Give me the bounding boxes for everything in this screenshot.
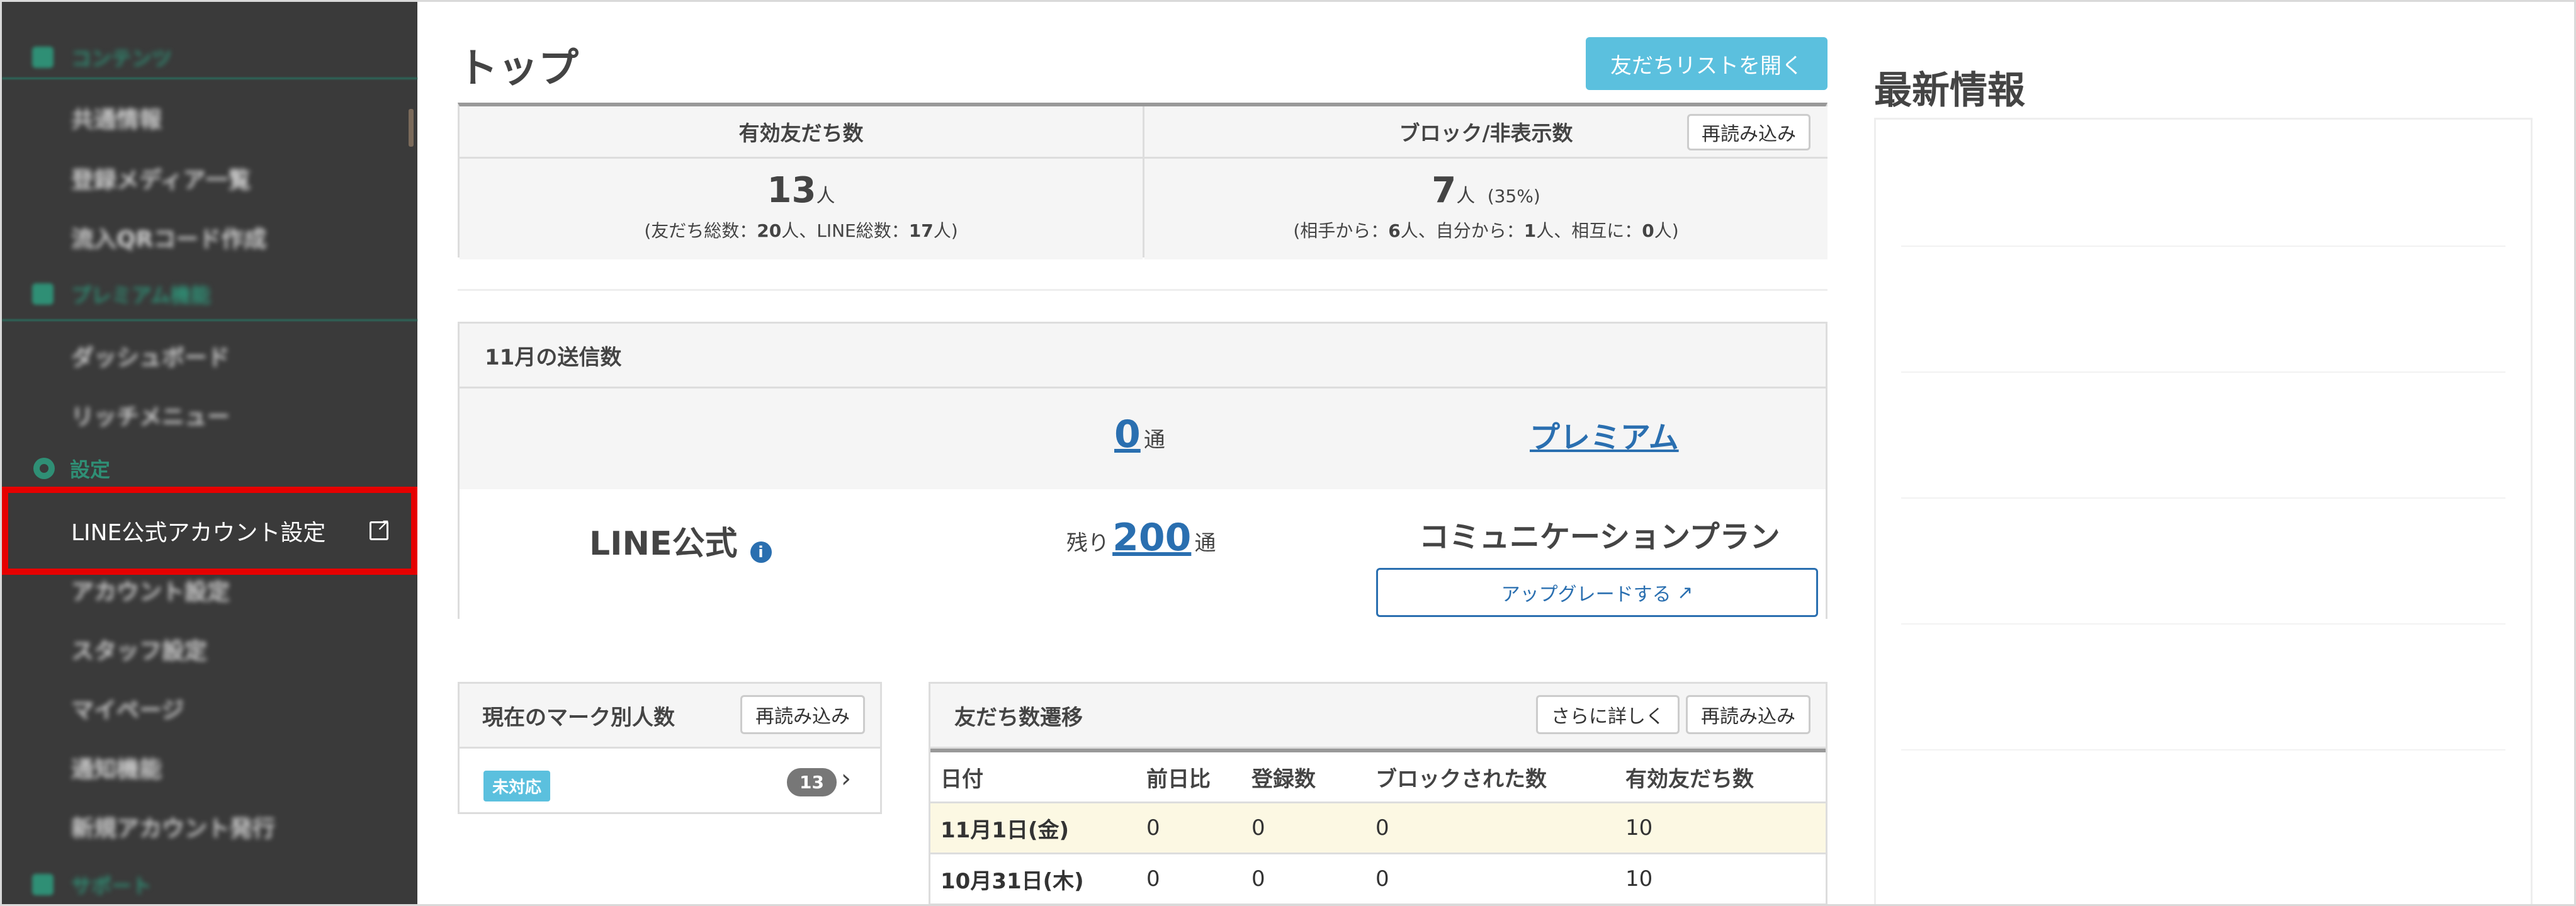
support-icon bbox=[32, 874, 54, 895]
sidebar-group-content: コンテンツ bbox=[32, 37, 172, 77]
sidebar: コンテンツ 共通情報 登録メディア一覧 流入QRコード作成 プレミアム機能 ダッ… bbox=[2, 2, 417, 904]
chevron-right-icon[interactable]: › bbox=[841, 764, 851, 793]
divider bbox=[458, 289, 1827, 291]
status-badge: 未対応 bbox=[483, 771, 551, 801]
valid-friends-label: 有効友だち数 bbox=[460, 106, 1143, 159]
mark-count-badge: 13 bbox=[787, 768, 837, 796]
sidebar-item-account-settings[interactable]: アカウント設定 bbox=[71, 571, 230, 609]
sidebar-item-staff-settings[interactable]: スタッフ設定 bbox=[71, 630, 207, 668]
column-header: 有効友だち数 bbox=[1615, 749, 1826, 803]
main-content: トップ 友だちリストを開く 有効友だち数 13人 (友だち総数：20人、LINE… bbox=[458, 2, 1830, 904]
monthly-send-title: 11月の送信数 bbox=[460, 324, 1826, 388]
table-row: 10月31日(木) 0 0 0 10 bbox=[930, 853, 1826, 904]
sidebar-item-line-official-account-settings[interactable]: LINE公式アカウント設定 bbox=[2, 487, 417, 575]
sidebar-item-qr-create[interactable]: 流入QRコード作成 bbox=[71, 218, 266, 256]
mark-count-panel: 現在のマーク別人数 再読み込み 未対応 13 › bbox=[458, 682, 882, 814]
column-header: 日付 bbox=[930, 749, 1136, 803]
sidebar-item-common-info[interactable]: 共通情報 bbox=[71, 99, 162, 137]
divider bbox=[1901, 371, 2505, 373]
blocked-count: 7人 (35%) bbox=[1432, 170, 1540, 211]
more-details-button[interactable]: さらに詳しく bbox=[1536, 695, 1680, 734]
column-header: 前日比 bbox=[1136, 749, 1241, 803]
valid-friends-column: 有効友だち数 13人 (友だち総数：20人、LINE総数：17人) bbox=[460, 106, 1143, 259]
send-count-row: 0 通 プレミアム bbox=[460, 388, 1826, 489]
friend-trend-table: 日付 前日比 登録数 ブロックされた数 有効友だち数 11月1日(金) 0 0 … bbox=[930, 749, 1826, 904]
sidebar-group-label: サポート bbox=[71, 874, 152, 898]
premium-plan-link[interactable]: プレミアム bbox=[1530, 420, 1679, 455]
reload-button[interactable]: 再読み込み bbox=[1687, 114, 1811, 150]
reload-button[interactable]: 再読み込み bbox=[1686, 695, 1811, 734]
sidebar-item-label: LINE公式アカウント設定 bbox=[71, 520, 326, 546]
sidebar-item-new-account[interactable]: 新規アカウント発行 bbox=[71, 808, 275, 846]
blocked-breakdown: (相手から：6人、自分から：1人、相互に：0人) bbox=[1293, 220, 1679, 241]
table-header-row: 日付 前日比 登録数 ブロックされた数 有効友だち数 bbox=[930, 749, 1826, 803]
sidebar-group-premium: プレミアム機能 bbox=[32, 274, 211, 314]
sidebar-group-support: サポート bbox=[32, 864, 152, 904]
sidebar-scrollbar[interactable] bbox=[409, 109, 414, 147]
reload-button[interactable]: 再読み込み bbox=[740, 695, 865, 734]
column-header: ブロックされた数 bbox=[1365, 749, 1615, 803]
external-link-icon: ↗ bbox=[1677, 581, 1693, 604]
page-title: トップ bbox=[458, 45, 579, 92]
sidebar-divider bbox=[2, 77, 417, 79]
divider bbox=[1901, 246, 2505, 247]
info-icon[interactable]: i bbox=[750, 541, 772, 563]
table-row: 11月1日(金) 0 0 0 10 bbox=[930, 802, 1826, 854]
upgrade-button[interactable]: アップグレードする ↗ bbox=[1376, 568, 1818, 617]
external-link-icon bbox=[370, 516, 390, 540]
folder-icon bbox=[32, 47, 54, 68]
plan-row: LINE公式 i 残り 200 通 コミュニケーションプラン アップグレードする … bbox=[460, 489, 1826, 619]
valid-friends-breakdown: (友だち総数：20人、LINE総数：17人) bbox=[644, 220, 958, 241]
sidebar-group-label: コンテンツ bbox=[71, 47, 172, 71]
friend-trend-panel: 友だち数遷移 さらに詳しく 再読み込み 日付 前日比 登録数 ブロックされた数 … bbox=[929, 682, 1827, 904]
sidebar-group-label: プレミアム機能 bbox=[71, 283, 211, 307]
gear-icon bbox=[33, 458, 55, 479]
blocked-column: ブロック/非表示数 再読み込み 7人 (35%) (相手から：6人、自分から：1… bbox=[1143, 106, 1827, 259]
column-header: 登録数 bbox=[1241, 749, 1365, 803]
news-panel bbox=[1874, 118, 2533, 904]
plan-name: コミュニケーションプラン bbox=[1419, 519, 1780, 555]
news-title: 最新情報 bbox=[1874, 69, 2025, 113]
sidebar-item-dashboard[interactable]: ダッシュボード bbox=[71, 337, 230, 375]
app-window: コンテンツ 共通情報 登録メディア一覧 流入QRコード作成 プレミアム機能 ダッ… bbox=[0, 0, 2576, 906]
sidebar-item-rich-menu[interactable]: リッチメニュー bbox=[71, 396, 230, 434]
valid-friends-count: 13人 bbox=[767, 170, 835, 211]
sidebar-group-label: 設定 bbox=[70, 458, 111, 482]
sidebar-item-media-list[interactable]: 登録メディア一覧 bbox=[71, 159, 251, 197]
star-icon bbox=[32, 283, 54, 305]
divider bbox=[1901, 749, 2505, 750]
sidebar-item-notifications[interactable]: 通知機能 bbox=[71, 749, 162, 786]
sent-count-link[interactable]: 0 bbox=[1114, 412, 1141, 456]
line-official-label: LINE公式 bbox=[589, 525, 738, 563]
sent-count: 0 通 bbox=[1114, 412, 1165, 456]
friend-stats-panel: 有効友だち数 13人 (友だち総数：20人、LINE総数：17人) ブロック/非… bbox=[458, 103, 1827, 259]
sidebar-divider bbox=[2, 319, 417, 321]
sidebar-item-mypage[interactable]: マイページ bbox=[71, 689, 184, 727]
open-friend-list-button[interactable]: 友だちリストを開く bbox=[1586, 37, 1827, 90]
divider bbox=[1901, 623, 2505, 625]
sidebar-group-settings: 設定 bbox=[33, 454, 110, 483]
remaining-count-link[interactable]: 200 bbox=[1112, 516, 1191, 560]
monthly-send-panel: 11月の送信数 0 通 プレミアム LINE公式 i 残り 200 通 コミュニケ… bbox=[458, 322, 1827, 619]
remaining-count: 残り 200 通 bbox=[1066, 516, 1216, 560]
divider bbox=[1901, 497, 2505, 499]
